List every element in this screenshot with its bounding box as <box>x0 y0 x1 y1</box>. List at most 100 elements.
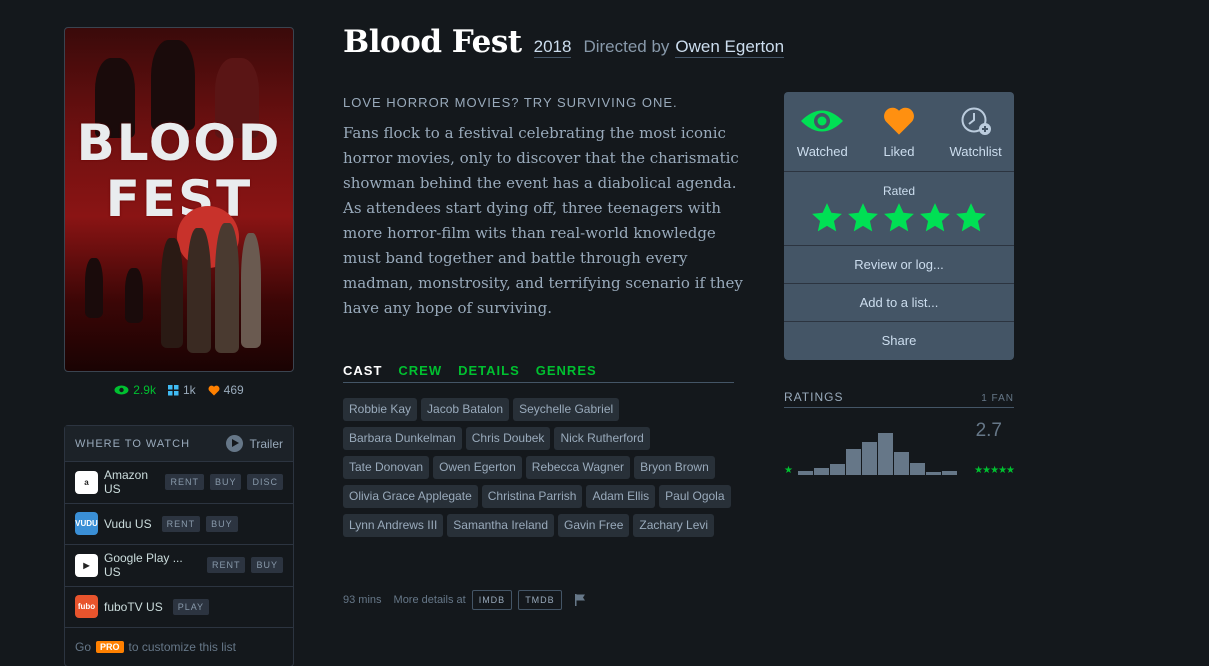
likes-count[interactable]: 469 <box>208 383 244 397</box>
tmdb-button[interactable]: TMDB <box>518 590 562 610</box>
cast-member-chip[interactable]: Christina Parrish <box>481 485 583 508</box>
heart-icon <box>884 107 914 135</box>
service-option-tag[interactable]: RENT <box>165 474 204 491</box>
play-icon <box>226 435 244 452</box>
imdb-button[interactable]: IMDB <box>471 590 513 610</box>
streaming-service-row[interactable]: ▶ Google Play ... US RENT BUY <box>65 545 293 587</box>
trailer-button[interactable]: Trailer <box>226 435 283 452</box>
rating-section: Rated <box>784 172 1014 246</box>
where-to-watch-header: WHERE TO WATCH Trailer <box>65 426 293 462</box>
cast-list: Robbie Kay Jacob Batalon Seychelle Gabriel… <box>343 398 734 537</box>
director-link[interactable]: Owen Egerton <box>675 37 785 58</box>
service-option-tag[interactable]: RENT <box>161 515 201 532</box>
liked-button[interactable]: Liked <box>863 106 935 171</box>
share-button[interactable]: Share <box>784 322 1014 360</box>
poster-figure <box>125 268 143 323</box>
watchlist-button[interactable]: Watchlist <box>940 106 1012 171</box>
histogram-bar[interactable] <box>862 442 877 475</box>
fans-count-link[interactable]: 1 FAN <box>981 393 1014 404</box>
service-name[interactable]: Amazon US <box>104 468 155 496</box>
service-option-tag[interactable]: PLAY <box>172 598 210 615</box>
star-rating-input[interactable] <box>784 201 1014 235</box>
pro-badge[interactable]: PRO <box>96 641 124 653</box>
service-option-tag[interactable]: DISC <box>247 474 283 491</box>
histogram-bar[interactable] <box>798 471 813 475</box>
flag-icon[interactable] <box>574 594 586 606</box>
review-or-log-button[interactable]: Review or log... <box>784 246 1014 284</box>
cast-member-chip[interactable]: Chris Doubek <box>465 427 551 450</box>
average-rating[interactable]: 2.7 <box>976 420 1002 442</box>
cast-member-chip[interactable]: Paul Ogola <box>659 485 731 508</box>
cast-member-chip[interactable]: Rebecca Wagner <box>525 456 631 479</box>
histogram-bar[interactable] <box>910 463 925 475</box>
tab-crew[interactable]: CREW <box>398 363 442 378</box>
service-logo-icon: fubo <box>75 595 98 619</box>
cast-member-chip[interactable]: Robbie Kay <box>343 398 418 421</box>
cast-member-chip[interactable]: Tate Donovan <box>343 456 430 479</box>
more-details-label: More details at <box>393 594 466 606</box>
cast-member-chip[interactable]: Gavin Free <box>558 514 630 537</box>
service-name[interactable]: Google Play ... US <box>104 551 197 579</box>
cast-member-chip[interactable]: Barbara Dunkelman <box>343 427 462 450</box>
film-tabs: CAST CREW DETAILS GENRES <box>343 363 734 383</box>
poster-figure <box>161 238 183 348</box>
where-to-watch-heading: WHERE TO WATCH <box>75 437 191 450</box>
ratings-section: RATINGS 1 FAN ★ 2.7 ★★★★★ <box>784 390 1015 476</box>
service-name[interactable]: fuboTV US <box>104 600 163 614</box>
histogram-bar[interactable] <box>942 471 957 475</box>
cast-member-chip[interactable]: Seychelle Gabriel <box>513 398 620 421</box>
cast-member-chip[interactable]: Samantha Ireland <box>447 514 555 537</box>
cast-member-chip[interactable]: Adam Ellis <box>586 485 656 508</box>
service-option-tag[interactable]: BUY <box>209 474 242 491</box>
likes-count-value: 469 <box>223 383 244 397</box>
histogram-bar[interactable] <box>830 464 845 475</box>
footer-customize-text[interactable]: to customize this list <box>129 640 236 654</box>
film-year-link[interactable]: 2018 <box>533 37 572 58</box>
watched-button[interactable]: Watched <box>786 106 858 171</box>
cast-member-chip[interactable]: Zachary Levi <box>633 514 715 537</box>
cast-member-chip[interactable]: Lynn Andrews III <box>343 514 444 537</box>
poster-title-line2: FEST <box>105 170 253 228</box>
service-logo-icon: VUDU <box>75 512 98 536</box>
service-name[interactable]: Vudu US <box>104 517 152 531</box>
watched-count[interactable]: 2.9k <box>114 383 156 397</box>
footer-go-text: Go <box>75 640 92 654</box>
tab-genres[interactable]: GENRES <box>536 363 597 378</box>
poster-figure <box>215 223 239 353</box>
add-to-list-button[interactable]: Add to a list... <box>784 284 1014 322</box>
star-icon[interactable] <box>810 201 844 235</box>
histogram-bar[interactable] <box>894 452 909 475</box>
cast-member-chip[interactable]: Bryon Brown <box>634 456 715 479</box>
cast-member-chip[interactable]: Nick Rutherford <box>554 427 650 450</box>
star-icon[interactable] <box>918 201 952 235</box>
where-to-watch-panel: WHERE TO WATCH Trailer a Amazon US RENT BUY… <box>64 425 294 666</box>
rated-label: Rated <box>882 184 916 198</box>
heart-icon <box>208 385 220 395</box>
histogram-bar[interactable] <box>814 468 829 475</box>
film-tagline: LOVE HORROR MOVIES? TRY SURVIVING ONE. <box>343 95 678 110</box>
streaming-service-row[interactable]: a Amazon US RENT BUY DISC <box>65 462 293 504</box>
ratings-header: RATINGS 1 FAN <box>784 390 1014 408</box>
streaming-service-row[interactable]: fubo fuboTV US PLAY <box>65 587 293 628</box>
tab-details[interactable]: DETAILS <box>458 363 520 378</box>
histogram-bar[interactable] <box>926 472 941 475</box>
cast-member-chip[interactable]: Jacob Batalon <box>421 398 510 421</box>
star-icon[interactable] <box>882 201 916 235</box>
service-option-tag[interactable]: BUY <box>206 515 238 532</box>
star-icon[interactable] <box>846 201 880 235</box>
cast-member-chip[interactable]: Olivia Grace Applegate <box>343 485 478 508</box>
lists-count[interactable]: 1k <box>167 383 196 397</box>
streaming-service-row[interactable]: VUDU Vudu US RENT BUY <box>65 504 293 545</box>
service-option-tag[interactable]: RENT <box>206 557 246 574</box>
histogram-bar[interactable] <box>878 433 893 475</box>
action-buttons-row: Watched Liked Watchlist <box>784 92 1014 172</box>
trailer-label: Trailer <box>249 436 283 451</box>
star-icon[interactable] <box>954 201 988 235</box>
poster-figure <box>187 228 211 353</box>
cast-member-chip[interactable]: Owen Egerton <box>433 456 522 479</box>
histogram-bar[interactable] <box>846 449 861 475</box>
watched-count-value: 2.9k <box>133 383 156 397</box>
tab-cast[interactable]: CAST <box>343 363 382 378</box>
watchlist-clock-icon <box>961 107 991 135</box>
service-option-tag[interactable]: BUY <box>251 557 283 574</box>
